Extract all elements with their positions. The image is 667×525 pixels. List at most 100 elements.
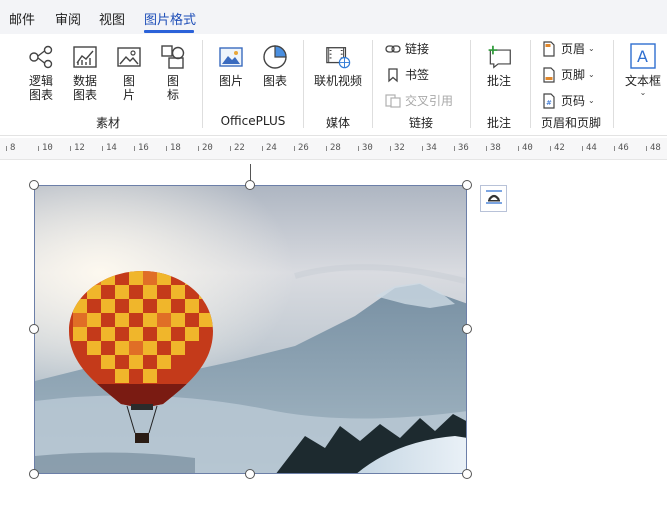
selected-image-hot-air-balloon[interactable] xyxy=(34,185,467,474)
page-number-icon: # xyxy=(541,92,557,109)
ruler-tick-label: 24 xyxy=(266,143,277,153)
header-icon xyxy=(541,40,557,57)
resize-handle-left[interactable] xyxy=(29,324,39,334)
ruler-tick-mark xyxy=(390,146,391,151)
textbox-label: 文本框 xyxy=(624,74,661,88)
resize-handle-bottom-right[interactable] xyxy=(462,469,472,479)
tab-view[interactable]: 视图 xyxy=(99,9,125,28)
ruler-tick-label: 12 xyxy=(74,143,85,153)
ruler-tick-label: 14 xyxy=(106,143,117,153)
comment-label: 批注 xyxy=(486,74,511,88)
picture-material-button[interactable]: 图 片 xyxy=(115,44,143,102)
ruler-tick-label: 8 xyxy=(10,143,16,153)
chevron-down-icon: ⌄ xyxy=(588,70,595,79)
resize-handle-top[interactable] xyxy=(245,180,255,190)
ruler-tick-mark xyxy=(614,146,615,151)
ruler-tick-label: 10 xyxy=(42,143,53,153)
group-separator xyxy=(202,40,203,128)
comment-button[interactable]: 批注 xyxy=(482,44,516,88)
ruler-tick-mark xyxy=(198,146,199,151)
data-chart-button[interactable]: 数据 图表 xyxy=(71,44,99,102)
chevron-down-icon: ⌄ xyxy=(588,96,595,105)
logic-chart-icon xyxy=(28,44,54,70)
page-number-button[interactable]: # 页码 ⌄ xyxy=(541,92,595,109)
ruler-tick-label: 20 xyxy=(202,143,213,153)
icon-material-button[interactable]: 图 标 xyxy=(159,44,187,102)
resize-handle-bottom[interactable] xyxy=(245,469,255,479)
link-icon xyxy=(385,41,401,57)
logic-chart-label: 逻辑 图表 xyxy=(28,74,53,102)
resize-handle-top-left[interactable] xyxy=(29,180,39,190)
officeplus-picture-button[interactable]: 图片 xyxy=(216,44,246,88)
document-area[interactable] xyxy=(0,160,667,525)
ruler-tick-mark xyxy=(326,146,327,151)
officeplus-chart-button[interactable]: 图表 xyxy=(260,44,290,88)
ruler-tick-label: 36 xyxy=(458,143,469,153)
ruler-tick-mark xyxy=(454,146,455,151)
new-comment-icon xyxy=(486,44,512,70)
tab-review[interactable]: 审阅 xyxy=(55,9,81,28)
layout-options-button[interactable] xyxy=(480,185,507,212)
resize-handle-right[interactable] xyxy=(462,324,472,334)
officeplus-chart-label: 图表 xyxy=(262,74,287,88)
group-label-links: 链接 xyxy=(408,116,433,130)
link-button[interactable]: 链接 xyxy=(385,40,429,57)
online-video-label: 联机视频 xyxy=(313,74,362,88)
text-wrap-icon xyxy=(484,188,504,209)
group-label-comments: 批注 xyxy=(486,116,511,130)
data-chart-label: 数据 图表 xyxy=(72,74,97,102)
online-video-button[interactable]: 联机视频 xyxy=(313,44,363,88)
ruler-tick-mark xyxy=(646,146,647,151)
picture-icon xyxy=(218,44,244,70)
ribbon: 逻辑 图表 数据 图表 图 片 图 标 素材 图片 图表 OfficePLUS xyxy=(0,34,667,136)
header-label: 页眉 xyxy=(561,42,586,56)
ruler-tick-mark xyxy=(422,146,423,151)
footer-button[interactable]: 页脚 ⌄ xyxy=(541,66,595,83)
header-button[interactable]: 页眉 ⌄ xyxy=(541,40,595,57)
ruler-tick-mark xyxy=(262,146,263,151)
data-chart-icon xyxy=(72,44,98,70)
logic-chart-button[interactable]: 逻辑 图表 xyxy=(27,44,55,102)
horizontal-ruler[interactable]: 8 10 12 14 16 18 20 22 24 26 28 30 32 34 36 38 40 42 44 46 4… xyxy=(0,138,667,160)
ruler-tick-label: 22 xyxy=(234,143,245,153)
ruler-tick-mark xyxy=(6,146,7,151)
chevron-down-icon: ⌄ xyxy=(639,88,647,97)
footer-icon xyxy=(541,66,557,83)
tab-mail[interactable]: 邮件 xyxy=(9,9,35,28)
ruler-tick-label: 48 xyxy=(650,143,661,153)
group-label-header-footer: 页眉和页脚 xyxy=(540,116,601,130)
ruler-tick-label: 44 xyxy=(586,143,597,153)
ruler-tick-label: 46 xyxy=(618,143,629,153)
ruler-tick-label: 42 xyxy=(554,143,565,153)
ruler-tick-label: 38 xyxy=(490,143,501,153)
ruler-tick-mark xyxy=(134,146,135,151)
ruler-tick-mark xyxy=(70,146,71,151)
tab-bar: 邮件 审阅 视图 图片格式 xyxy=(0,0,667,34)
ruler-tick-label: 32 xyxy=(394,143,405,153)
ruler-tick-mark xyxy=(38,146,39,151)
ruler-tick-mark xyxy=(230,146,231,151)
textbox-button[interactable]: A 文本框 ⌄ xyxy=(622,42,664,97)
footer-label: 页脚 xyxy=(561,68,586,82)
svg-text:A: A xyxy=(637,47,648,66)
ruler-tick-mark xyxy=(358,146,359,151)
image-content xyxy=(35,186,466,473)
chevron-down-icon: ⌄ xyxy=(588,44,595,53)
ruler-tick-mark xyxy=(518,146,519,151)
group-separator xyxy=(372,40,373,128)
tab-picture-format[interactable]: 图片格式 xyxy=(144,9,196,28)
bookmark-button[interactable]: 书签 xyxy=(385,66,429,83)
picture-icon xyxy=(116,44,142,70)
officeplus-picture-label: 图片 xyxy=(218,74,243,88)
pie-chart-icon xyxy=(262,44,288,70)
group-separator xyxy=(303,40,304,128)
ruler-tick-mark xyxy=(582,146,583,151)
group-separator xyxy=(613,40,614,128)
cross-reference-icon xyxy=(385,93,401,109)
online-video-icon xyxy=(325,44,351,70)
svg-text:#: # xyxy=(546,99,552,107)
cross-reference-button[interactable]: 交叉引用 xyxy=(385,92,453,109)
resize-handle-bottom-left[interactable] xyxy=(29,469,39,479)
resize-handle-top-right[interactable] xyxy=(462,180,472,190)
group-label-media: 媒体 xyxy=(325,116,350,130)
